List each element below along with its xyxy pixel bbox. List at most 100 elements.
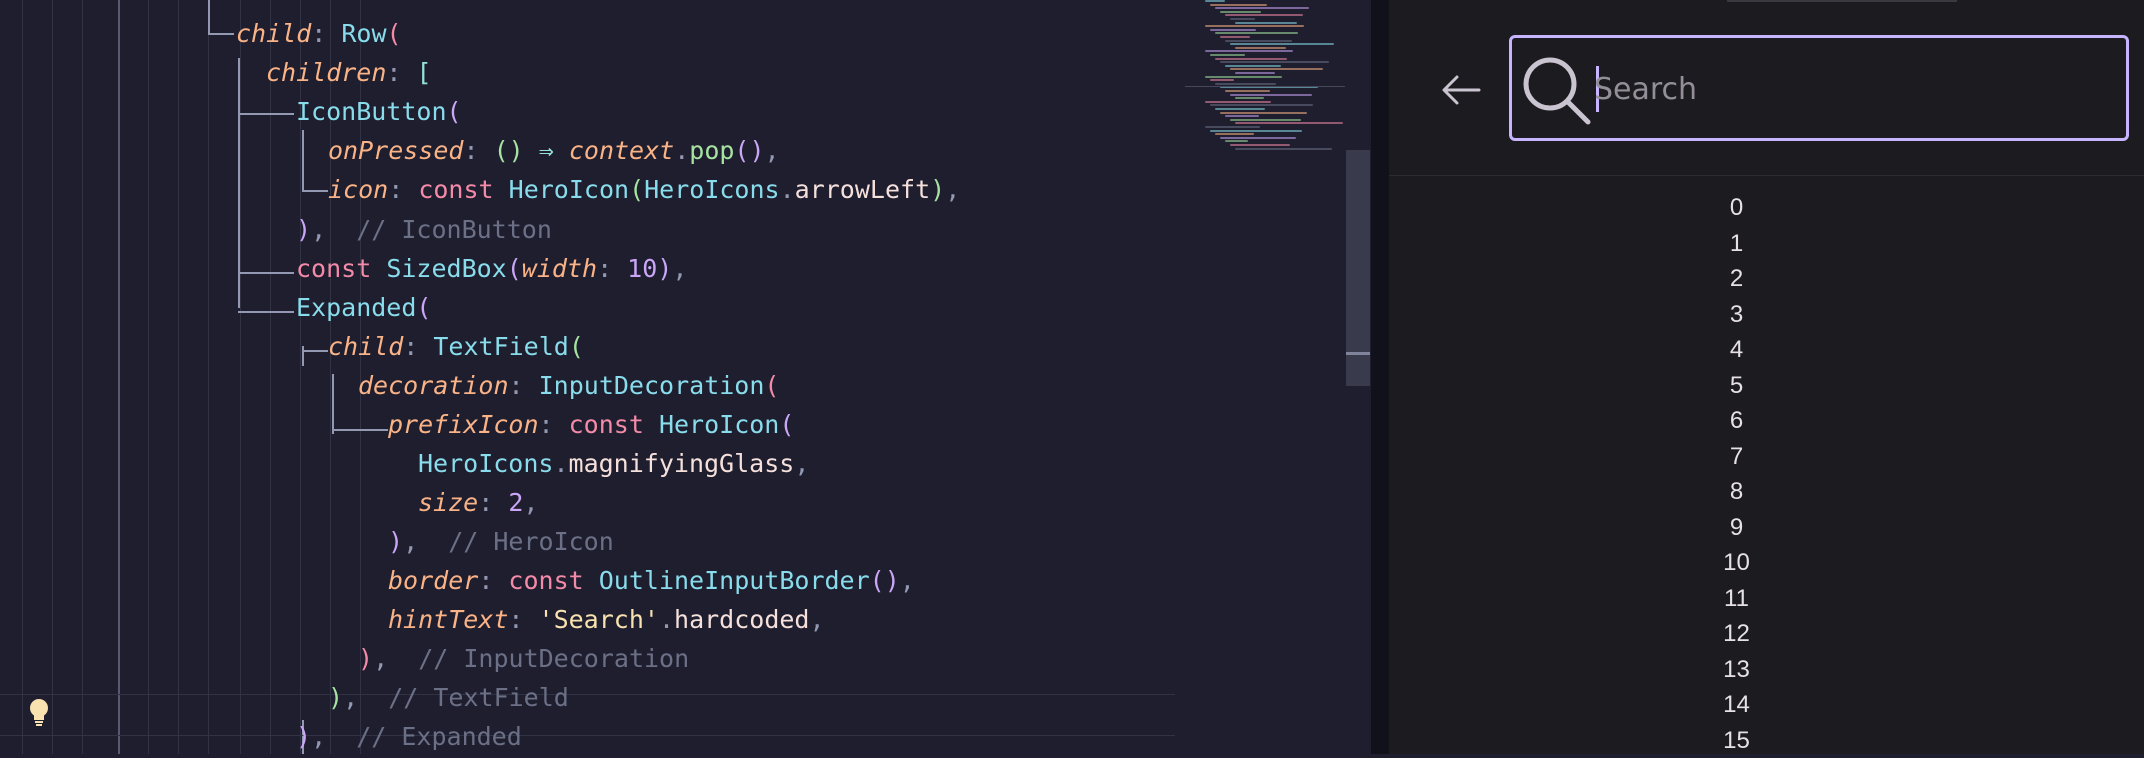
code-token: child [236,19,311,48]
search-input[interactable] [1592,56,2116,122]
code-token: ⇒ [539,136,569,165]
code-token: hintText [388,605,508,634]
minimap-line [1210,54,1245,56]
search-field[interactable] [1509,35,2129,141]
tree-connector [238,272,294,274]
code-token: HeroIcon [659,410,779,439]
minimap-line [1230,94,1312,96]
minimap-line [1225,40,1292,42]
back-button[interactable] [1425,60,1497,120]
code-token: : [386,58,416,87]
minimap-line [1225,14,1303,16]
code-token: HeroIcons [644,175,779,204]
code-line: onPressed: () ⇒ context.pop(), [328,131,780,171]
code-line: children: [ [266,53,432,93]
minimap-line [1215,58,1287,60]
code-token: HeroIcon [509,175,629,204]
list-item[interactable]: 8 [1329,474,2144,510]
list-item[interactable]: 10 [1329,545,2144,581]
minimap-line [1205,101,1271,103]
minimap-line [1205,25,1304,27]
tree-connector [238,311,294,313]
tree-connector [302,190,328,192]
list-item[interactable]: 5 [1329,368,2144,404]
tree-connector [302,346,304,366]
minimap-line [1210,104,1313,106]
code-line: IconButton( [296,92,462,132]
list-item[interactable]: 12 [1329,616,2144,652]
minimap-line [1230,68,1323,70]
code-token: , [373,644,403,673]
minimap-line [1235,72,1275,74]
code-token: IconButton [296,97,447,126]
code-token: , [672,254,687,283]
list-item[interactable]: 4 [1329,332,2144,368]
code-line: ), // InputDecoration [358,639,689,679]
minimap-line [1205,0,1225,2]
code-line: Expanded( [296,288,431,328]
code-token: size [418,488,478,517]
minimap-viewport-line [1185,86,1345,87]
minimap-line [1220,137,1296,139]
list-item[interactable]: 0 [1329,190,2144,226]
code-token: const [569,410,659,439]
list-item[interactable]: 1 [1329,226,2144,262]
code-token: OutlineInputBorder [599,566,870,595]
code-token: ( [764,371,779,400]
code-token: hardcoded [674,605,809,634]
code-token: 'Search' [539,605,659,634]
code-token: ( [416,293,431,322]
indent-guide [22,0,23,754]
code-token: TextField [433,332,568,361]
code-token: : [597,254,627,283]
code-token: icon [328,175,388,204]
minimap-line [1225,90,1270,92]
code-token: // IconButton [341,215,552,244]
code-line: prefixIcon: const HeroIcon( [388,405,794,445]
lightbulb-icon[interactable] [28,698,50,728]
list-item[interactable]: 3 [1329,297,2144,333]
list-item[interactable]: 14 [1329,687,2144,723]
code-line: ), // Expanded [296,717,522,754]
minimap-line [1205,50,1293,52]
code-token: : [311,19,341,48]
list-item[interactable]: 6 [1329,403,2144,439]
tree-connector [302,130,304,192]
minimap-line [1210,130,1302,132]
current-line-highlight [0,694,1175,736]
list-item[interactable]: 11 [1329,581,2144,617]
code-token: : [539,410,569,439]
list-item[interactable]: 13 [1329,652,2144,688]
minimap-line [1215,133,1254,135]
code-editor[interactable]: child: Row(children: [IconButton(onPress… [0,0,1175,754]
minimap-line [1215,83,1276,85]
list-item[interactable]: 9 [1329,510,2144,546]
minimap-line [1215,7,1309,9]
code-token: ( [447,97,462,126]
code-token: child [328,332,403,361]
code-token: ) [388,527,403,556]
code-line: decoration: InputDecoration( [358,366,779,406]
code-token: , [900,566,915,595]
list-item[interactable]: 15 [1329,723,2144,758]
app-preview: 0123456789101112131415 [1389,0,2144,754]
code-token: children [266,58,386,87]
minimap-line [1215,32,1298,34]
code-token: // HeroIcon [433,527,614,556]
number-list[interactable]: 0123456789101112131415 [1389,190,2144,758]
code-token: prefixIcon [388,410,539,439]
minimap-line [1225,140,1248,142]
code-line: size: 2, [418,483,538,523]
list-item[interactable]: 2 [1329,261,2144,297]
list-item[interactable]: 7 [1329,439,2144,475]
code-token: () [870,566,900,595]
code-token: 10 [627,254,657,283]
minimap[interactable] [1185,0,1345,754]
minimap-line [1225,65,1281,67]
minimap-line [1230,119,1301,121]
code-token: border [388,566,478,595]
indent-guide [82,0,83,754]
indent-guide [118,0,120,754]
tree-connector [208,0,210,34]
code-token: , [765,136,780,165]
